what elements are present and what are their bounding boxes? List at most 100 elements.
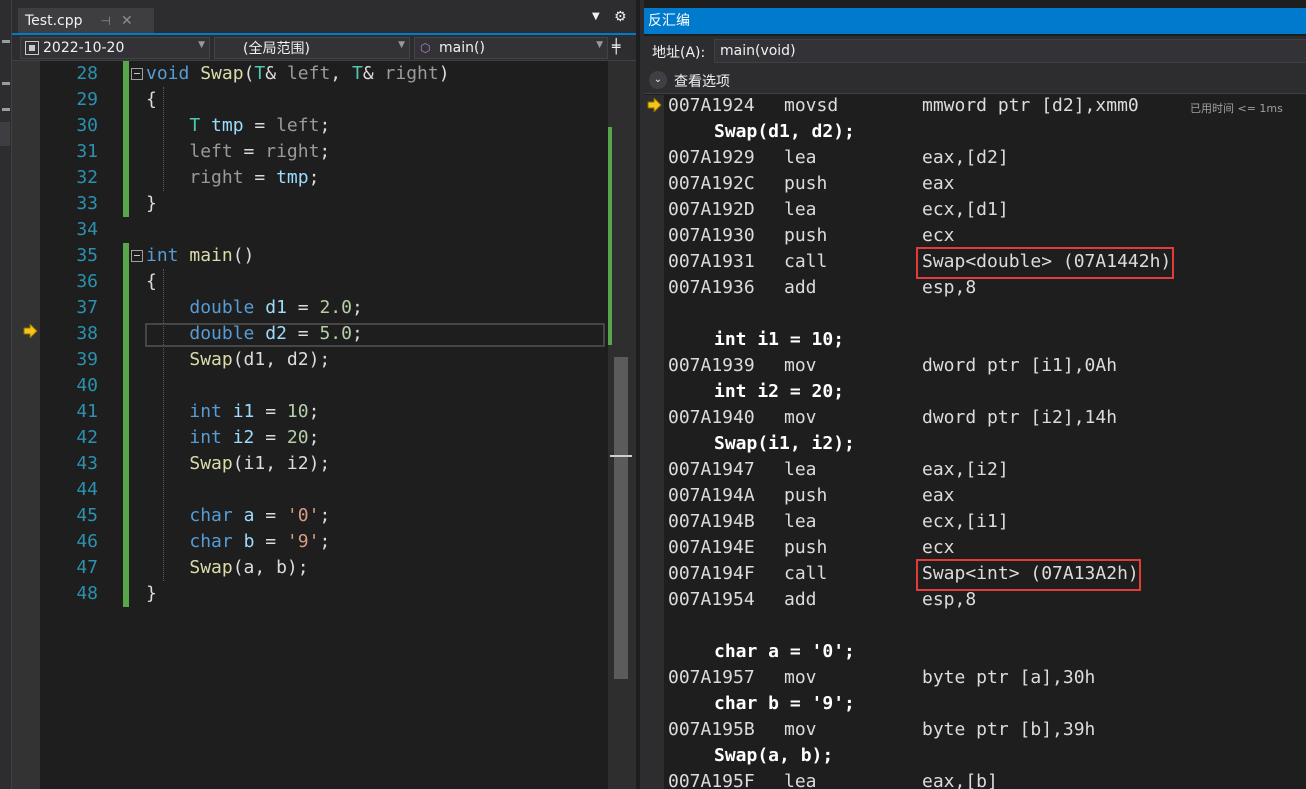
disassembly-title-bar[interactable]: 反汇编 bbox=[644, 8, 1306, 34]
line-number: 31 bbox=[76, 141, 98, 162]
asm-address: 007A1954 bbox=[668, 589, 755, 610]
code-token: = bbox=[254, 427, 287, 448]
tab-list-dropdown-icon[interactable]: ▼ bbox=[592, 11, 600, 22]
project-dropdown-value: 2022-10-20 bbox=[43, 40, 125, 56]
code-token: '9' bbox=[286, 531, 320, 552]
execution-pointer-icon[interactable] bbox=[647, 98, 662, 112]
code-line[interactable]: 33} bbox=[40, 191, 608, 217]
source-text: Swap(i1, i2); bbox=[714, 433, 855, 454]
code-line[interactable]: 38 double d2 = 5.0; bbox=[40, 321, 608, 347]
code-area[interactable]: 28 void Swap(T& left, T& right) 29{30 T tm… bbox=[12, 61, 608, 789]
code-token: 2.0 bbox=[319, 297, 352, 318]
code-token: ) bbox=[438, 63, 450, 84]
source-text: char a = '0'; bbox=[714, 641, 855, 662]
code-line[interactable]: 36 { bbox=[40, 269, 608, 295]
code-token: T bbox=[189, 115, 201, 136]
code-token: a bbox=[243, 505, 255, 526]
code-line[interactable]: 48} bbox=[40, 581, 608, 607]
close-icon[interactable]: ✕ bbox=[121, 13, 133, 29]
scrollbar-change-marker bbox=[608, 127, 612, 345]
code-token: = bbox=[243, 167, 277, 188]
strip-selected-tab[interactable] bbox=[0, 122, 10, 146]
project-dropdown[interactable]: 2022-10-20 ▼ bbox=[20, 37, 210, 59]
disassembly-glyph-margin[interactable] bbox=[644, 95, 664, 789]
gear-icon[interactable]: ⚙ bbox=[614, 9, 627, 25]
editor-vertical-scrollbar[interactable] bbox=[608, 61, 636, 789]
code-token: (i1, i2); bbox=[232, 453, 331, 474]
scope-dropdown[interactable]: (全局范围) ▼ bbox=[214, 37, 410, 59]
chevron-down-icon: ▼ bbox=[198, 40, 205, 50]
code-token: & bbox=[362, 63, 385, 84]
code-line[interactable]: 44 bbox=[40, 477, 608, 503]
view-options-label[interactable]: 查看选项 bbox=[674, 71, 730, 91]
code-text: T tmp = left; bbox=[146, 113, 330, 139]
code-line[interactable]: 41 int i1 = 10; bbox=[40, 399, 608, 425]
code-token: & bbox=[265, 63, 287, 84]
code-text: double d2 = 5.0; bbox=[146, 321, 362, 347]
function-dropdown[interactable]: ⬡ main() ▼ bbox=[414, 37, 608, 59]
code-token: = bbox=[254, 401, 287, 422]
asm-operands: esp,8 bbox=[922, 589, 977, 610]
asm-operands: ecx,[d1] bbox=[922, 199, 1009, 220]
code-line[interactable]: 29 { bbox=[40, 87, 608, 113]
address-bar: 地址(A): main(void) bbox=[644, 36, 1306, 66]
code-line[interactable]: 32 right = tmp; bbox=[40, 165, 608, 191]
asm-opcode: push bbox=[784, 173, 828, 194]
glyph-margin[interactable] bbox=[12, 61, 40, 789]
code-line[interactable]: 42 int i2 = 20; bbox=[40, 425, 608, 451]
strip-marker bbox=[2, 40, 10, 43]
code-token: } bbox=[146, 583, 157, 604]
expand-options-icon[interactable]: ⌄ bbox=[649, 71, 667, 89]
code-line[interactable]: 35 int main() bbox=[40, 243, 608, 269]
asm-operands: dword ptr [i1],0Ah bbox=[922, 355, 1118, 376]
asm-address: 007A192C bbox=[668, 173, 755, 194]
code-line[interactable]: 47 Swap(a, b); bbox=[40, 555, 608, 581]
asm-opcode: lea bbox=[784, 511, 817, 532]
code-text: right = tmp; bbox=[146, 165, 319, 191]
asm-address: 007A1940 bbox=[668, 407, 755, 428]
line-number: 33 bbox=[76, 193, 98, 214]
scrollbar-thumb[interactable] bbox=[614, 357, 628, 679]
code-line[interactable]: 34 bbox=[40, 217, 608, 243]
code-token: } bbox=[146, 193, 157, 214]
line-number: 42 bbox=[76, 427, 98, 448]
file-tab-label: Test.cpp bbox=[25, 12, 83, 29]
pin-icon[interactable]: ⊣ bbox=[101, 14, 111, 28]
code-token: left bbox=[286, 63, 331, 84]
project-icon bbox=[25, 41, 39, 55]
asm-operands: esp,8 bbox=[922, 277, 977, 298]
code-token: = bbox=[254, 505, 287, 526]
asm-operands: ecx bbox=[922, 225, 955, 246]
file-tab[interactable]: Test.cpp ⊣ ✕ bbox=[18, 8, 154, 33]
code-line[interactable]: 43 Swap(i1, i2); bbox=[40, 451, 608, 477]
code-line[interactable]: 37 double d1 = 2.0; bbox=[40, 295, 608, 321]
function-dropdown-value: main() bbox=[439, 40, 485, 56]
code-token: ; bbox=[319, 141, 331, 162]
code-token: = bbox=[286, 297, 320, 318]
split-editor-icon[interactable]: ╪ bbox=[612, 39, 620, 55]
code-line[interactable]: 39 Swap(d1, d2); bbox=[40, 347, 608, 373]
code-line[interactable]: 31 left = right; bbox=[40, 139, 608, 165]
asm-opcode: mov bbox=[784, 355, 817, 376]
chevron-down-icon: ▼ bbox=[398, 40, 405, 50]
code-token: right bbox=[189, 167, 244, 188]
code-line[interactable]: 28 void Swap(T& left, T& right) bbox=[40, 61, 608, 87]
code-line[interactable]: 30 T tmp = left; bbox=[40, 113, 608, 139]
strip-marker bbox=[2, 82, 10, 85]
asm-opcode: lea bbox=[784, 771, 817, 789]
line-number: 35 bbox=[76, 245, 98, 266]
execution-pointer-icon[interactable] bbox=[23, 324, 38, 338]
code-token: (a, b); bbox=[232, 557, 309, 578]
code-line[interactable]: 46 char b = '9'; bbox=[40, 529, 608, 555]
code-token: void bbox=[146, 63, 190, 84]
address-input[interactable]: main(void) bbox=[714, 39, 1306, 63]
code-line[interactable]: 45 char a = '0'; bbox=[40, 503, 608, 529]
code-line[interactable]: 40 bbox=[40, 373, 608, 399]
asm-operands: eax,[i2] bbox=[922, 459, 1009, 480]
code-token: ; bbox=[308, 427, 320, 448]
chevron-down-icon: ▼ bbox=[596, 40, 603, 50]
code-text: char a = '0'; bbox=[146, 503, 330, 529]
